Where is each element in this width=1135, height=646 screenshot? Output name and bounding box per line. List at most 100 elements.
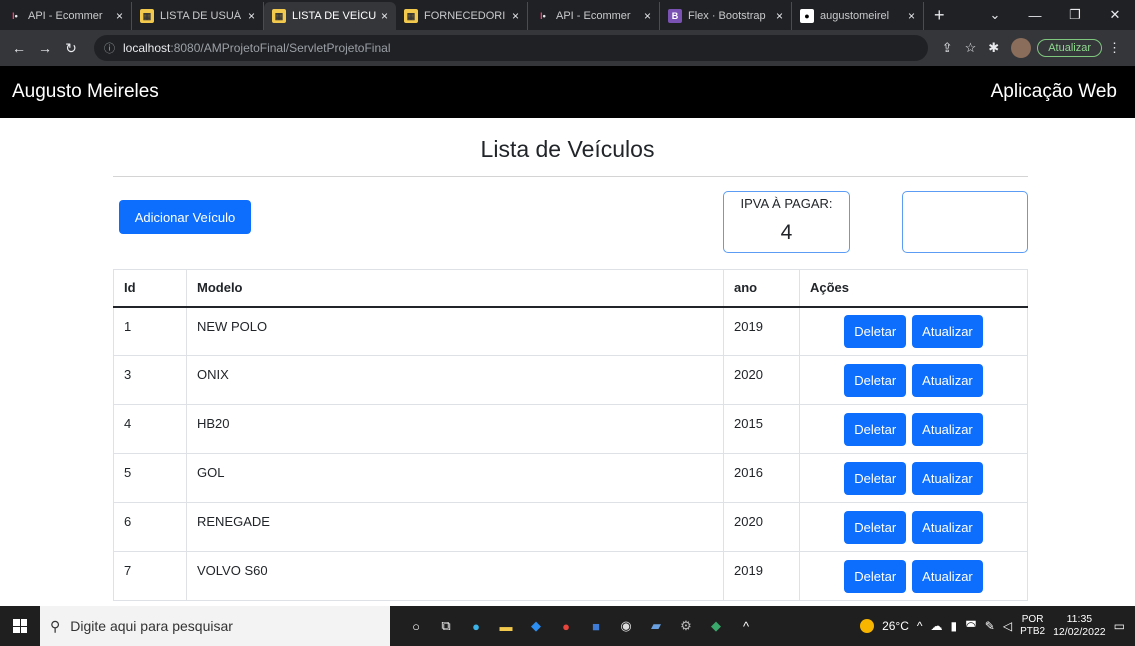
weather-icon: [860, 619, 875, 633]
cell-actions: Deletar Atualizar: [799, 502, 1028, 552]
window-controls: ⌄ — ❐ ✕: [975, 0, 1135, 30]
cloud-icon[interactable]: ☁: [931, 619, 943, 633]
cortana-icon[interactable]: ○: [404, 614, 428, 638]
reload-icon[interactable]: ↻: [60, 40, 82, 57]
update-button[interactable]: Atualizar: [912, 363, 983, 397]
restore-icon[interactable]: ❐: [1055, 7, 1095, 23]
profile-avatar[interactable]: [1011, 38, 1032, 58]
header-id: Id: [113, 269, 187, 308]
settings-icon[interactable]: ⚙: [674, 614, 698, 638]
navbar-brand[interactable]: Augusto Meireles: [12, 81, 159, 103]
tab-close-icon[interactable]: ×: [776, 9, 783, 23]
tab-close-icon[interactable]: ×: [512, 9, 519, 23]
browser-tab[interactable]: I • API - Ecommer ×: [528, 2, 660, 30]
title-divider: [113, 176, 1028, 177]
github-desktop-icon[interactable]: ◉: [614, 614, 638, 638]
lista-icon: ▦: [404, 9, 418, 23]
table-row: 1 NEW POLO 2019 Deletar Atualizar: [113, 306, 1028, 356]
tab-search-icon[interactable]: ⌄: [975, 7, 1015, 23]
file-explorer-icon[interactable]: ▬: [494, 614, 518, 638]
browser-tab[interactable]: ▦ FORNECEDORI ×: [396, 2, 528, 30]
update-button[interactable]: Atualizar: [912, 510, 983, 544]
cell-model: ONIX: [186, 355, 724, 405]
tabs-container: I • API - Ecommer × ▦ LISTA DE USUÁ × ▦ LISTA DE…: [0, 2, 924, 30]
delete-button[interactable]: Deletar: [844, 412, 907, 446]
chrome-icon[interactable]: ●: [554, 614, 578, 638]
share-icon[interactable]: ⇪: [942, 40, 953, 56]
site-info-icon[interactable]: ⓘ: [104, 40, 115, 56]
tab-close-icon[interactable]: ×: [644, 9, 651, 23]
taskbar-search-placeholder: Digite aqui para pesquisar: [70, 618, 233, 634]
notifications-icon[interactable]: ▭: [1114, 619, 1125, 633]
tray-chevron-icon[interactable]: ^: [917, 619, 923, 633]
language-indicator[interactable]: POR PTB2: [1020, 614, 1045, 638]
page-title: Lista de Veículos: [480, 136, 655, 162]
minimize-icon[interactable]: —: [1015, 8, 1055, 23]
url-path: :8080/AMProjetoFinal/ServletProjetoFinal: [170, 41, 391, 55]
tab-title: FORNECEDORI: [424, 10, 506, 22]
delete-button[interactable]: Deletar: [844, 363, 907, 397]
pinned-apps: ○ ⧉ ● ▬ ◆ ● ■ ◉ ▰ ⚙ ◆ ^: [404, 614, 758, 638]
update-button[interactable]: Atualizar: [912, 559, 983, 593]
overflow-chevron-icon[interactable]: ^: [734, 614, 758, 638]
back-icon[interactable]: ←: [8, 40, 30, 56]
browser-update-button[interactable]: Atualizar: [1037, 39, 1102, 57]
start-button[interactable]: [0, 606, 40, 646]
url-field[interactable]: ⓘ localhost :8080/AMProjetoFinal/Servlet…: [94, 35, 928, 61]
cell-year: 2019: [723, 306, 800, 356]
row-actions: Deletar Atualizar: [810, 510, 1017, 544]
add-vehicle-button[interactable]: Adicionar Veículo: [119, 200, 251, 234]
battery-icon[interactable]: ▮: [951, 619, 958, 633]
close-window-icon[interactable]: ✕: [1095, 7, 1135, 23]
tab-close-icon[interactable]: ×: [908, 9, 915, 23]
github-icon: ●: [800, 9, 814, 23]
edge-icon[interactable]: ●: [464, 614, 488, 638]
app-3-icon[interactable]: ◆: [704, 614, 728, 638]
lista-icon: ▦: [272, 9, 286, 23]
url-host: localhost: [123, 41, 171, 55]
app-icon[interactable]: ■: [584, 614, 608, 638]
browser-tab[interactable]: I • API - Ecommer ×: [0, 2, 132, 30]
row-actions: Deletar Atualizar: [810, 412, 1017, 446]
weather-temp[interactable]: 26°C: [882, 619, 909, 633]
tab-title: LISTA DE USUÁ: [160, 10, 242, 22]
browser-tab[interactable]: ● augustomeirel ×: [792, 2, 924, 30]
ipva-label: IPVA À PAGAR:: [740, 196, 833, 211]
pen-icon[interactable]: ✎: [985, 619, 995, 633]
cell-year: 2016: [723, 453, 800, 503]
table-row: 4 HB20 2015 Deletar Atualizar: [113, 404, 1028, 454]
browser-tab[interactable]: ▦ LISTA DE USUÁ ×: [132, 2, 264, 30]
forward-icon[interactable]: →: [34, 40, 56, 56]
new-tab-button[interactable]: +: [924, 5, 955, 30]
update-button[interactable]: Atualizar: [912, 314, 983, 348]
tab-title: API - Ecommer: [556, 10, 631, 22]
cell-id: 3: [113, 355, 187, 405]
vscode-icon[interactable]: ◆: [524, 614, 548, 638]
network-icon[interactable]: ◚: [965, 619, 977, 633]
extensions-icon[interactable]: ✱: [988, 40, 999, 56]
app-2-icon[interactable]: ▰: [644, 614, 668, 638]
browser-tab[interactable]: B Flex · Bootstrap ×: [660, 2, 792, 30]
update-button[interactable]: Atualizar: [912, 461, 983, 495]
update-button[interactable]: Atualizar: [912, 412, 983, 446]
volume-icon[interactable]: ◁: [1003, 619, 1012, 633]
delete-button[interactable]: Deletar: [844, 461, 907, 495]
browser-tab[interactable]: ▦ LISTA DE VEÍCU ×: [264, 2, 396, 30]
delete-button[interactable]: Deletar: [844, 559, 907, 593]
page-content: Lista de Veículos Adicionar Veículo IPVA…: [0, 118, 1135, 606]
delete-button[interactable]: Deletar: [844, 314, 907, 348]
cell-model: HB20: [186, 404, 724, 454]
browser-menu-icon[interactable]: ⋮: [1108, 40, 1121, 56]
row-actions: Deletar Atualizar: [810, 461, 1017, 495]
table-row: 7 VOLVO S60 2019 Deletar Atualizar: [113, 551, 1028, 601]
clock[interactable]: 11:35 12/02/2022: [1053, 613, 1106, 639]
tab-close-icon[interactable]: ×: [116, 9, 123, 23]
delete-button[interactable]: Deletar: [844, 510, 907, 544]
cell-model: RENEGADE: [186, 502, 724, 552]
task-view-icon[interactable]: ⧉: [434, 614, 458, 638]
bookmark-star-icon[interactable]: ☆: [965, 40, 977, 56]
navbar-right-text[interactable]: Aplicação Web: [991, 81, 1117, 103]
taskbar-search[interactable]: ⚲ Digite aqui para pesquisar: [40, 606, 390, 646]
tab-close-icon[interactable]: ×: [381, 9, 388, 23]
tab-close-icon[interactable]: ×: [248, 9, 255, 23]
